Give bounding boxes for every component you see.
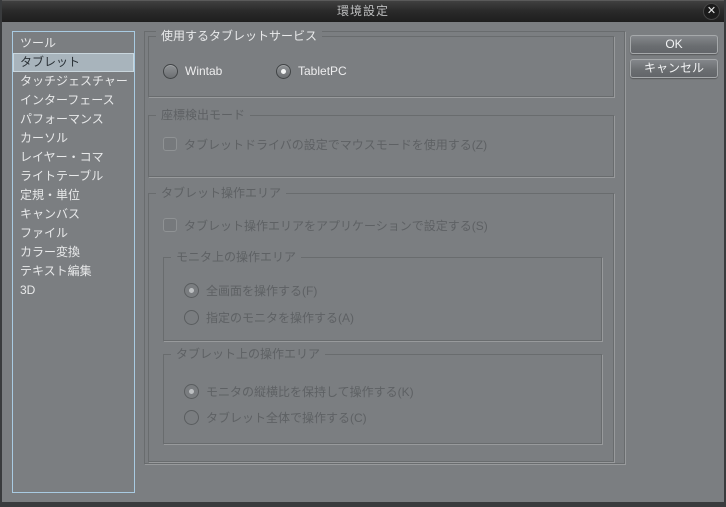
ok-button[interactable]: OK	[630, 35, 718, 54]
sidebar-item-3d[interactable]: 3D	[13, 281, 134, 300]
sidebar-item-color-conversion[interactable]: カラー変換	[13, 243, 134, 262]
sidebar-item-ruler-unit[interactable]: 定規・単位	[13, 186, 134, 205]
category-list: ツール タブレット タッチジェスチャー インターフェース パフォーマンス カーソ…	[12, 31, 135, 493]
group-tablet-service: 使用するタブレットサービス Wintab TabletPC	[148, 30, 614, 97]
checkbox-label: タブレット操作エリアをアプリケーションで設定する(S)	[184, 218, 488, 233]
radio-specified-monitor: 指定のモニタを操作する(A)	[184, 309, 354, 325]
radio-keep-aspect-ratio: モニタの縦横比を保持して操作する(K)	[184, 383, 414, 399]
radio-wintab[interactable]: Wintab	[163, 63, 222, 79]
radio-icon	[184, 309, 199, 325]
dialog-title: 環境設定	[336, 4, 389, 18]
close-icon: ✕	[706, 5, 717, 17]
group-label: タブレット上の操作エリア	[171, 348, 326, 361]
sidebar-item-canvas[interactable]: キャンバス	[13, 205, 134, 224]
cancel-button[interactable]: キャンセル	[630, 59, 718, 78]
checkbox-icon	[163, 137, 177, 151]
sidebar-item-tablet[interactable]: タブレット	[13, 53, 134, 72]
radio-icon	[184, 383, 199, 399]
sidebar-item-tool[interactable]: ツール	[13, 34, 134, 53]
preferences-dialog: 環境設定 ✕ ツール タブレット タッチジェスチャー インターフェース パフォー…	[0, 0, 726, 507]
close-button[interactable]: ✕	[703, 3, 720, 20]
sidebar-item-performance[interactable]: パフォーマンス	[13, 110, 134, 129]
group-label: タブレット操作エリア	[156, 187, 287, 200]
group-label: 使用するタブレットサービス	[156, 30, 323, 43]
sidebar-item-cursor[interactable]: カーソル	[13, 129, 134, 148]
sidebar-item-interface[interactable]: インターフェース	[13, 91, 134, 110]
radio-whole-tablet: タブレット全体で操作する(C)	[184, 409, 367, 425]
radio-icon	[184, 282, 199, 298]
checkbox-app-set-area: タブレット操作エリアをアプリケーションで設定する(S)	[163, 217, 488, 233]
checkbox-mouse-mode: タブレットドライバの設定でマウスモードを使用する(Z)	[163, 136, 487, 152]
title-bar[interactable]: 環境設定 ✕	[2, 0, 724, 22]
radio-label: 全画面を操作する(F)	[206, 283, 318, 298]
checkbox-icon	[163, 218, 177, 232]
tablet-settings-panel: 使用するタブレットサービス Wintab TabletPC 座標検出モード タブ…	[144, 30, 625, 464]
sidebar-item-layer-frame[interactable]: レイヤー・コマ	[13, 148, 134, 167]
radio-full-screen: 全画面を操作する(F)	[184, 282, 317, 298]
radio-tabletpc[interactable]: TabletPC	[276, 63, 347, 79]
radio-icon	[276, 63, 291, 79]
sidebar-item-touch-gesture[interactable]: タッチジェスチャー	[13, 72, 134, 91]
radio-icon	[163, 63, 178, 79]
group-monitor-area: モニタ上の操作エリア 全画面を操作する(F) 指定のモニタを操作する(A)	[163, 251, 602, 341]
sidebar-item-light-table[interactable]: ライトテーブル	[13, 167, 134, 186]
group-label: モニタ上の操作エリア	[171, 251, 302, 264]
radio-label: モニタの縦横比を保持して操作する(K)	[206, 384, 414, 399]
checkbox-label: タブレットドライバの設定でマウスモードを使用する(Z)	[184, 137, 488, 152]
group-label: 座標検出モード	[156, 109, 251, 122]
radio-label: TabletPC	[298, 64, 347, 78]
radio-label: 指定のモニタを操作する(A)	[206, 310, 354, 325]
radio-label: タブレット全体で操作する(C)	[206, 410, 367, 425]
group-tablet-area: タブレット操作エリア タブレット操作エリアをアプリケーションで設定する(S) モ…	[148, 187, 614, 462]
radio-label: Wintab	[185, 64, 223, 78]
sidebar-item-file[interactable]: ファイル	[13, 224, 134, 243]
group-tablet-surface-area: タブレット上の操作エリア モニタの縦横比を保持して操作する(K) タブレット全体…	[163, 348, 602, 444]
group-coordinate-mode: 座標検出モード タブレットドライバの設定でマウスモードを使用する(Z)	[148, 109, 614, 177]
sidebar-item-text-edit[interactable]: テキスト編集	[13, 262, 134, 281]
radio-icon	[184, 409, 199, 425]
